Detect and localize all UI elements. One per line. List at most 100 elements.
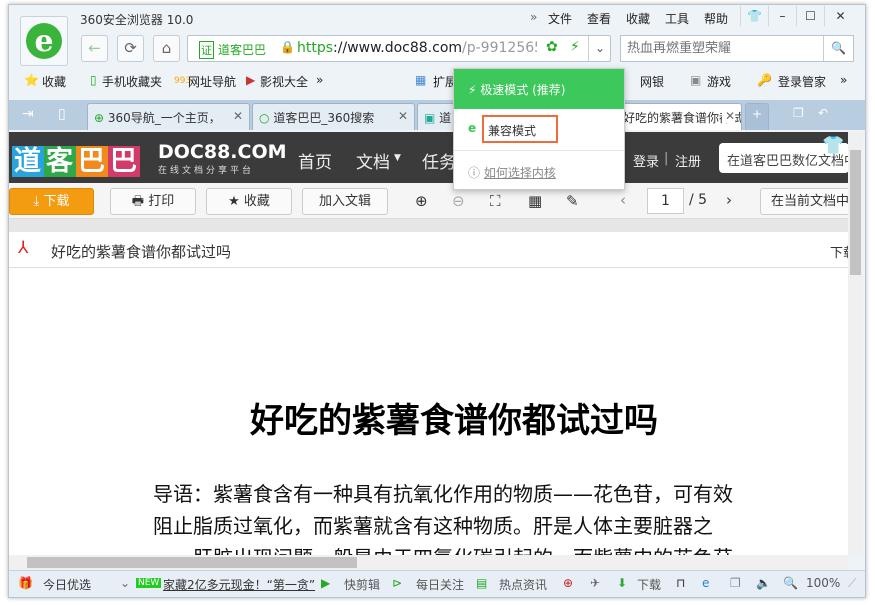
bookmark-favorites[interactable]: 收藏 [42,73,66,90]
logo-char: 巴 [76,146,108,177]
pdf-icon: ⅄ [18,238,29,258]
window-title: 360安全浏览器 10.0 [80,13,194,27]
grid-view-icon[interactable]: ▦ [528,192,542,210]
login-link[interactable]: 登录 [633,151,659,170]
clip-icon: ▶ [321,576,331,590]
search-icon[interactable]: 🔍 [823,36,853,61]
download-label: 下载 [43,194,70,209]
bookmark-more-right[interactable]: » [840,73,847,87]
tab-360-nav[interactable]: ⊕ 360导航_一个主页， ✕ [87,103,250,130]
fast-mode-option[interactable]: ⚡ 极速模式 (推荐) [454,69,624,109]
daily-follow[interactable]: 每日关注 [416,576,464,593]
close-tab-icon[interactable]: ✕ [233,109,243,123]
menu-more[interactable]: » [530,10,537,24]
status-download[interactable]: 下载 [637,576,661,593]
horizontal-scrollbar[interactable] [9,555,848,570]
pin-icon[interactable]: ✈ [590,576,600,590]
bookmark-video[interactable]: 影视大全 [260,73,308,90]
menu-view[interactable]: 查看 [587,10,611,27]
download-button[interactable]: ⤓ 下载 [9,188,94,215]
help-option[interactable]: ⓘ 如何选择内核 [468,164,556,181]
hot-news[interactable]: 热点资讯 [499,576,547,593]
windows-icon[interactable]: ❐ [730,576,741,590]
prev-page-icon[interactable]: ‹ [620,191,626,209]
add-collection-button[interactable]: 加入文辑 [302,188,388,215]
download-icon: ⤓ [33,194,40,209]
close-button[interactable]: ✕ [824,6,856,26]
tab-doc88[interactable]: ▣ 道 [417,103,457,130]
game-icon: ▣ [690,73,702,87]
url-scheme: https [297,40,334,56]
back-button[interactable]: ← [81,35,108,62]
nav-docs[interactable]: 文档 [356,148,390,173]
print-button[interactable]: 🖶 打印 [110,188,196,215]
fullscreen-icon[interactable]: ⛶ [490,192,501,210]
zoom-in-icon[interactable]: ⊕ [415,192,428,210]
home-button[interactable]: ⌂ [153,35,180,62]
print-label: 打印 [148,194,175,209]
bookmark-mobile[interactable]: 手机收藏夹 [102,73,162,90]
new-tab-button[interactable]: + [745,103,769,130]
edit-icon[interactable]: ✎ [566,192,579,210]
refresh-button[interactable]: ⟳ [117,35,144,62]
volume-icon[interactable]: 🔈 [756,576,771,590]
bookmark-login-manager[interactable]: 登录管家 [778,73,826,90]
bookmark-games[interactable]: 游戏 [707,73,731,90]
quick-clip[interactable]: 快剪辑 [344,576,380,593]
tshirt-icon[interactable]: 👕 [822,135,844,156]
tab-label: 道客巴巴_360搜索 [273,111,375,125]
restore-tab-icon[interactable]: ❐ [793,106,804,120]
nav-tasks[interactable]: 任务 [422,148,456,173]
news-ticker-link[interactable]: 家藏2亿多元现金！“第一贪” [163,576,316,593]
mobile-icon[interactable]: ▯ [58,106,66,122]
search-input[interactable] [621,36,821,60]
close-tab-icon[interactable]: ✕ [398,109,408,123]
zoom-out-icon[interactable]: ⊖ [452,192,465,210]
sidebar-toggle-icon[interactable]: ⇥ [22,106,34,122]
lock-icon: 🔒 [280,40,295,54]
star-icon: ★ [228,194,240,209]
help-icon: ⓘ [468,166,481,180]
undo-close-icon[interactable]: ↶ [818,106,828,120]
compat-mode-option[interactable]: 兼容模式 [482,115,558,143]
menu-tools[interactable]: 工具 [665,10,689,27]
translate-icon[interactable]: ⊓ [676,576,685,590]
nav-home[interactable]: 首页 [298,148,332,173]
search-in-doc-input[interactable]: 在当前文档中搜索 [760,188,855,215]
zoom-level[interactable]: 100% [806,576,840,590]
menu-file[interactable]: 文件 [548,10,572,27]
bookmark-nav[interactable]: 网址导航 [188,73,236,90]
zoom-icon[interactable]: 🔍 [783,576,798,590]
health-icon[interactable]: ⊕ [563,576,573,590]
phone-icon: ▯ [90,73,97,87]
address-bar[interactable]: 证 道客巴巴 🔒 https://www.doc88.com/p-9912565… [187,35,611,62]
today-picks[interactable]: 今日优选 [43,576,91,593]
register-link[interactable]: 注册 [675,151,701,170]
search-box[interactable]: 🔍 [620,35,854,62]
doc-download-link[interactable]: 下载 [830,242,848,261]
tab-active-document[interactable]: 好吃的紫薯食谱你都试过吗✕ [620,103,742,130]
site-logo[interactable]: 道客巴巴 [12,139,140,178]
minimize-button[interactable]: – [768,6,796,26]
menu-help[interactable]: 帮助 [704,10,728,27]
menu-favorites[interactable]: 收藏 [626,10,650,27]
favorite-button[interactable]: ★ 收藏 [206,188,292,215]
maximize-button[interactable]: ☐ [796,6,824,26]
bookmark-more[interactable]: » [316,73,323,87]
resize-grip-icon[interactable]: ⟋ [848,576,856,591]
gift-icon: 🎁 [18,576,33,590]
skin-button[interactable]: 👕 [740,6,768,26]
logo-char: 客 [44,146,76,177]
vertical-scrollbar[interactable] [848,132,863,555]
kernel-switch-icon[interactable]: ⚡ [570,39,580,55]
close-tab-icon[interactable]: ✕ [721,109,735,123]
tab-360-search[interactable]: ○ 道客巴巴_360搜索 ✕ [252,103,415,130]
total-pages: / 5 [689,192,708,208]
expand-icon[interactable]: ⌄ [120,576,130,590]
page-number-input[interactable]: 1 [647,188,684,214]
bookmark-bank[interactable]: 网银 [640,73,664,90]
ie-logo-icon: e [26,23,62,59]
ie-status-icon[interactable]: e [702,576,709,590]
next-page-icon[interactable]: › [726,191,732,209]
address-dropdown[interactable]: ⌄ [588,36,611,61]
